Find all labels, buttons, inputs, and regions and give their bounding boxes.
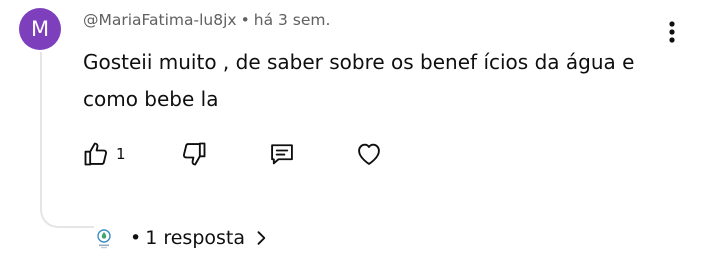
like-count: 1 [116, 145, 126, 163]
replies-count-text: 1 resposta [145, 227, 246, 249]
like-button[interactable]: 1 [82, 138, 126, 170]
comment-text: Gosteii muito , de saber sobre os benef … [83, 50, 635, 111]
chevron-right-icon [257, 231, 266, 245]
thumbs-up-icon [84, 142, 108, 166]
more-vertical-icon [669, 21, 675, 43]
heart-icon [358, 143, 380, 165]
heart-button[interactable] [354, 138, 384, 170]
dislike-button[interactable] [180, 138, 208, 170]
thumbs-down-icon [182, 142, 206, 166]
author-handle[interactable]: @MariaFatima-lu8jx [83, 11, 237, 29]
view-replies-button[interactable]: • 1 resposta [92, 223, 271, 253]
reply-icon [271, 144, 293, 165]
replies-bullet: • [130, 227, 142, 249]
comment-header: @MariaFatima-lu8jx • há 3 sem. [83, 11, 330, 29]
creator-avatar [92, 226, 116, 250]
header-separator: • [240, 11, 250, 29]
replies-label[interactable]: • 1 resposta [130, 227, 271, 249]
reply-button[interactable] [268, 138, 296, 170]
author-avatar[interactable]: M [19, 8, 61, 50]
creator-logo-icon [97, 229, 111, 249]
comment-timestamp[interactable]: há 3 sem. [254, 11, 331, 29]
